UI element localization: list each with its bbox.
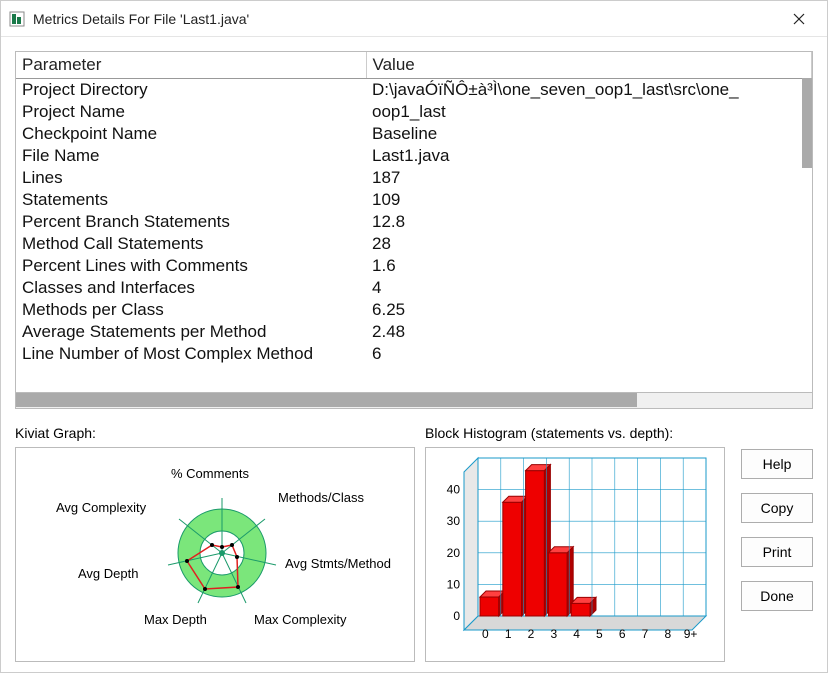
value-cell: 28 xyxy=(366,233,811,255)
horizontal-scrollbar-thumb[interactable] xyxy=(16,393,637,407)
value-cell: 6.25 xyxy=(366,299,811,321)
value-cell: oop1_last xyxy=(366,101,811,123)
kiviat-label-avgdepth: Avg Depth xyxy=(78,566,138,581)
done-button[interactable]: Done xyxy=(741,581,813,611)
horizontal-scrollbar[interactable] xyxy=(15,393,813,409)
app-icon xyxy=(9,11,25,27)
svg-text:40: 40 xyxy=(447,483,461,497)
table-row[interactable]: Lines187 xyxy=(16,167,812,189)
titlebar: Metrics Details For File 'Last1.java' xyxy=(1,1,827,37)
kiviat-label-comments: % Comments xyxy=(171,466,249,481)
table-row[interactable]: Percent Lines with Comments1.6 xyxy=(16,255,812,277)
svg-text:0: 0 xyxy=(482,627,489,641)
param-cell: File Name xyxy=(16,145,366,167)
value-cell: 4 xyxy=(366,277,811,299)
histogram-title: Block Histogram (statements vs. depth): xyxy=(425,425,725,441)
content-area: Parameter Value Project DirectoryD:\java… xyxy=(1,37,827,672)
button-column: Help Copy Print Done xyxy=(735,425,813,662)
svg-text:20: 20 xyxy=(447,546,461,560)
close-button[interactable] xyxy=(779,4,819,34)
metrics-table: Parameter Value Project DirectoryD:\java… xyxy=(16,52,812,365)
window-title: Metrics Details For File 'Last1.java' xyxy=(33,11,779,27)
value-cell: 1.6 xyxy=(366,255,811,277)
table-row[interactable]: Statements109 xyxy=(16,189,812,211)
kiviat-panel: Kiviat Graph: xyxy=(15,425,415,662)
svg-text:2: 2 xyxy=(528,627,535,641)
kiviat-label-stmts: Avg Stmts/Method xyxy=(285,556,391,571)
kiviat-label-methods: Methods/Class xyxy=(278,490,364,505)
close-icon xyxy=(793,13,805,25)
col-header-value[interactable]: Value xyxy=(366,52,811,79)
kiviat-label-maxdepth: Max Depth xyxy=(144,612,207,627)
table-row[interactable]: Project DirectoryD:\javaÓïÑÔ±à³Ì\one_sev… xyxy=(16,79,812,102)
table-row[interactable]: Line Number of Most Complex Method6 xyxy=(16,343,812,365)
svg-text:10: 10 xyxy=(447,577,461,591)
svg-text:30: 30 xyxy=(447,514,461,528)
vertical-scrollbar-thumb[interactable] xyxy=(802,78,812,168)
table-row[interactable]: Average Statements per Method2.48 xyxy=(16,321,812,343)
value-cell: Last1.java xyxy=(366,145,811,167)
print-button[interactable]: Print xyxy=(741,537,813,567)
histogram-chart: 10 20 30 40 0 1 2 3 4 5 6 7 8 9+ 0 xyxy=(425,447,725,662)
help-button[interactable]: Help xyxy=(741,449,813,479)
svg-text:6: 6 xyxy=(619,627,626,641)
param-cell: Project Directory xyxy=(16,79,366,102)
value-cell: 2.48 xyxy=(366,321,811,343)
value-cell: D:\javaÓïÑÔ±à³Ì\one_seven_oop1_last\src\… xyxy=(366,79,811,102)
metrics-table-container: Parameter Value Project DirectoryD:\java… xyxy=(15,51,813,393)
svg-text:9+: 9+ xyxy=(684,627,698,641)
svg-text:7: 7 xyxy=(642,627,649,641)
param-cell: Lines xyxy=(16,167,366,189)
kiviat-label-maxcomp: Max Complexity xyxy=(254,612,346,627)
bottom-panels: Kiviat Graph: xyxy=(15,425,813,662)
svg-text:1: 1 xyxy=(505,627,512,641)
param-cell: Line Number of Most Complex Method xyxy=(16,343,366,365)
value-cell: 187 xyxy=(366,167,811,189)
svg-text:5: 5 xyxy=(596,627,603,641)
param-cell: Statements xyxy=(16,189,366,211)
svg-text:4: 4 xyxy=(573,627,580,641)
value-cell: 12.8 xyxy=(366,211,811,233)
param-cell: Method Call Statements xyxy=(16,233,366,255)
param-cell: Percent Lines with Comments xyxy=(16,255,366,277)
value-cell: 6 xyxy=(366,343,811,365)
param-cell: Average Statements per Method xyxy=(16,321,366,343)
copy-button[interactable]: Copy xyxy=(741,493,813,523)
kiviat-title: Kiviat Graph: xyxy=(15,425,415,441)
kiviat-label-avgcomp: Avg Complexity xyxy=(56,500,146,515)
table-row[interactable]: Methods per Class6.25 xyxy=(16,299,812,321)
table-row[interactable]: Method Call Statements28 xyxy=(16,233,812,255)
col-header-parameter[interactable]: Parameter xyxy=(16,52,366,79)
value-cell: Baseline xyxy=(366,123,811,145)
param-cell: Classes and Interfaces xyxy=(16,277,366,299)
param-cell: Checkpoint Name xyxy=(16,123,366,145)
table-row[interactable]: Project Nameoop1_last xyxy=(16,101,812,123)
kiviat-graph: % Comments Methods/Class Avg Stmts/Metho… xyxy=(15,447,415,662)
table-row[interactable]: Classes and Interfaces4 xyxy=(16,277,812,299)
svg-text:0: 0 xyxy=(453,609,460,623)
svg-text:3: 3 xyxy=(550,627,557,641)
table-row[interactable]: File NameLast1.java xyxy=(16,145,812,167)
table-row[interactable]: Checkpoint NameBaseline xyxy=(16,123,812,145)
param-cell: Percent Branch Statements xyxy=(16,211,366,233)
param-cell: Project Name xyxy=(16,101,366,123)
svg-text:8: 8 xyxy=(664,627,671,641)
param-cell: Methods per Class xyxy=(16,299,366,321)
table-row[interactable]: Percent Branch Statements12.8 xyxy=(16,211,812,233)
value-cell: 109 xyxy=(366,189,811,211)
histogram-panel: Block Histogram (statements vs. depth): … xyxy=(425,425,725,662)
dialog-window: Metrics Details For File 'Last1.java' Pa… xyxy=(0,0,828,673)
